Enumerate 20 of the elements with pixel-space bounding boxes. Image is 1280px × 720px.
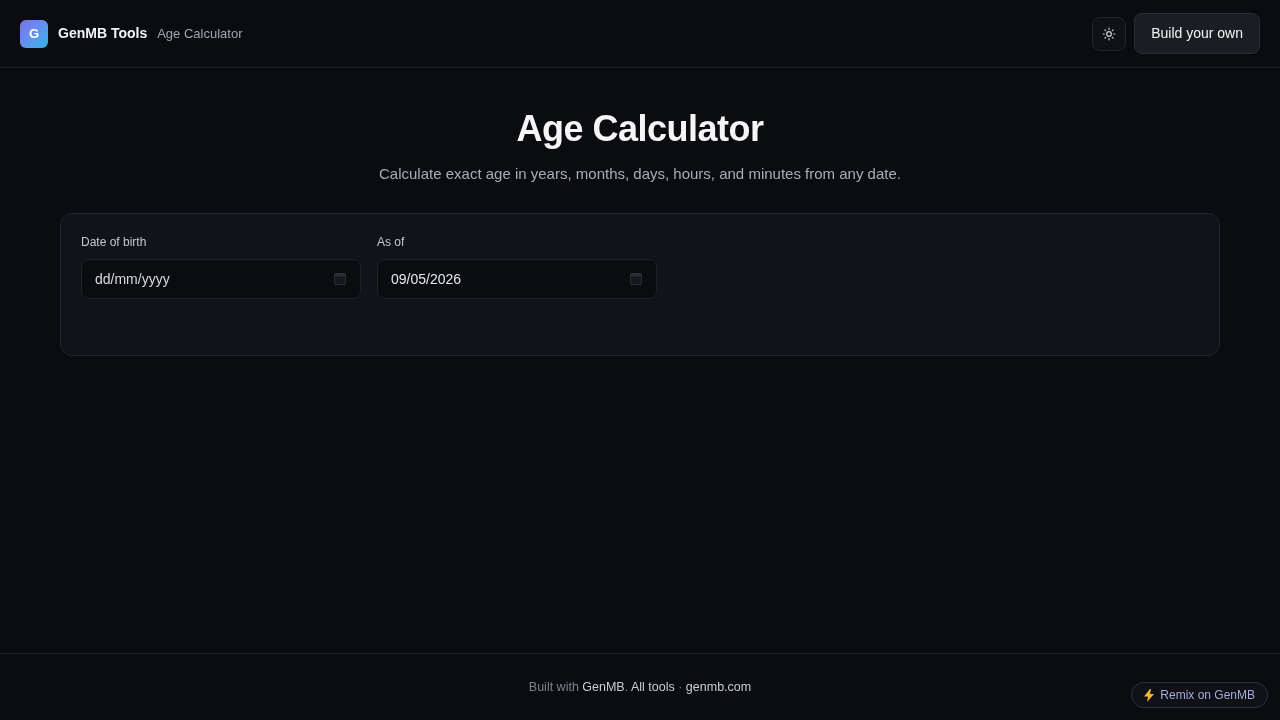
date-input-field[interactable]: 09/05/2026 xyxy=(377,259,657,299)
page-name: Age Calculator xyxy=(157,24,243,43)
footer-text: Built with GenMB. All tools · genmb.com xyxy=(528,678,752,696)
page-title: Age Calculator xyxy=(516,107,764,151)
field-label: As of xyxy=(377,234,406,250)
lightning-icon xyxy=(1144,688,1155,702)
date-input-field[interactable]: dd/mm/yyyy xyxy=(81,259,361,299)
brand-name: GenMB Tools xyxy=(58,24,148,43)
footer-link[interactable]: GenMB xyxy=(582,679,625,694)
field-label: Date of birth xyxy=(81,234,148,250)
remix-button[interactable]: Remix on GenMB xyxy=(1131,682,1268,708)
theme-toggle-button[interactable] xyxy=(1092,16,1127,51)
logo-letter: G xyxy=(28,24,40,43)
build-your-own-button[interactable]: Build your own xyxy=(1134,13,1260,54)
calendar-icon[interactable] xyxy=(630,273,642,285)
footer-link[interactable]: All tools xyxy=(630,679,675,694)
calendar-icon[interactable] xyxy=(334,273,346,285)
sun-icon xyxy=(1102,26,1117,41)
page-subtitle: Calculate exact age in years, months, days, hours, and minutes from any date. xyxy=(379,164,901,184)
footer-link[interactable]: genmb.com xyxy=(685,679,752,694)
